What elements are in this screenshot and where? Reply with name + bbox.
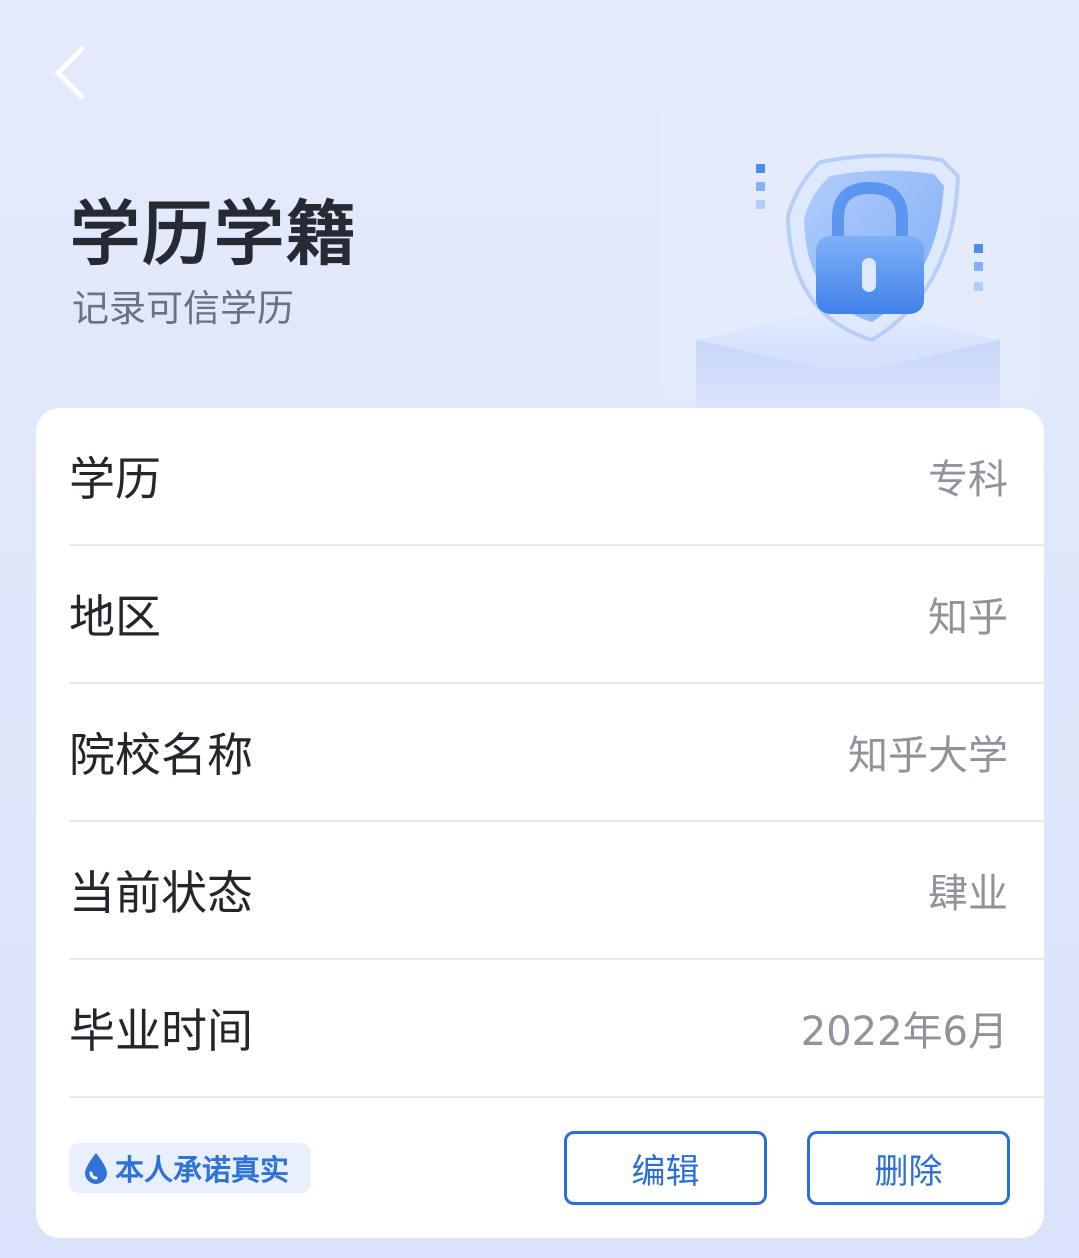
row-region[interactable]: 地区 知乎: [69, 546, 1044, 684]
education-card: 学历 专科 地区 知乎 院校名称 知乎大学 当前状态 肆业 毕业时间 2022年…: [36, 408, 1044, 1238]
edit-button[interactable]: 编辑: [564, 1131, 767, 1205]
shield-lock-icon: [660, 100, 1040, 410]
row-value: 2022年6月: [800, 1009, 1008, 1055]
row-label: 学历: [69, 452, 161, 506]
row-value: 知乎: [928, 595, 1008, 641]
authenticity-promise-badge: 本人承诺真实: [69, 1143, 312, 1193]
row-label: 当前状态: [69, 866, 253, 920]
row-label: 地区: [69, 590, 161, 644]
back-button[interactable]: [40, 38, 100, 108]
row-label: 毕业时间: [69, 1004, 253, 1058]
page-title: 学历学籍: [70, 193, 358, 275]
row-value: 专科: [928, 457, 1008, 503]
promise-label: 本人承诺真实: [115, 1153, 290, 1187]
delete-button[interactable]: 删除: [807, 1131, 1010, 1205]
page-subtitle: 记录可信学历: [72, 287, 294, 330]
row-graduation-date[interactable]: 毕业时间 2022年6月: [69, 960, 1044, 1098]
water-drop-icon: [85, 1153, 107, 1184]
card-footer: 本人承诺真实 编辑 删除: [69, 1128, 1010, 1208]
row-education-level[interactable]: 学历 专科: [69, 408, 1044, 546]
row-current-status[interactable]: 当前状态 肆业: [69, 822, 1044, 960]
chevron-left-icon: [55, 46, 85, 100]
row-label: 院校名称: [69, 728, 253, 782]
row-value: 知乎大学: [848, 733, 1008, 779]
row-value: 肆业: [928, 871, 1008, 917]
row-school-name[interactable]: 院校名称 知乎大学: [69, 684, 1044, 822]
